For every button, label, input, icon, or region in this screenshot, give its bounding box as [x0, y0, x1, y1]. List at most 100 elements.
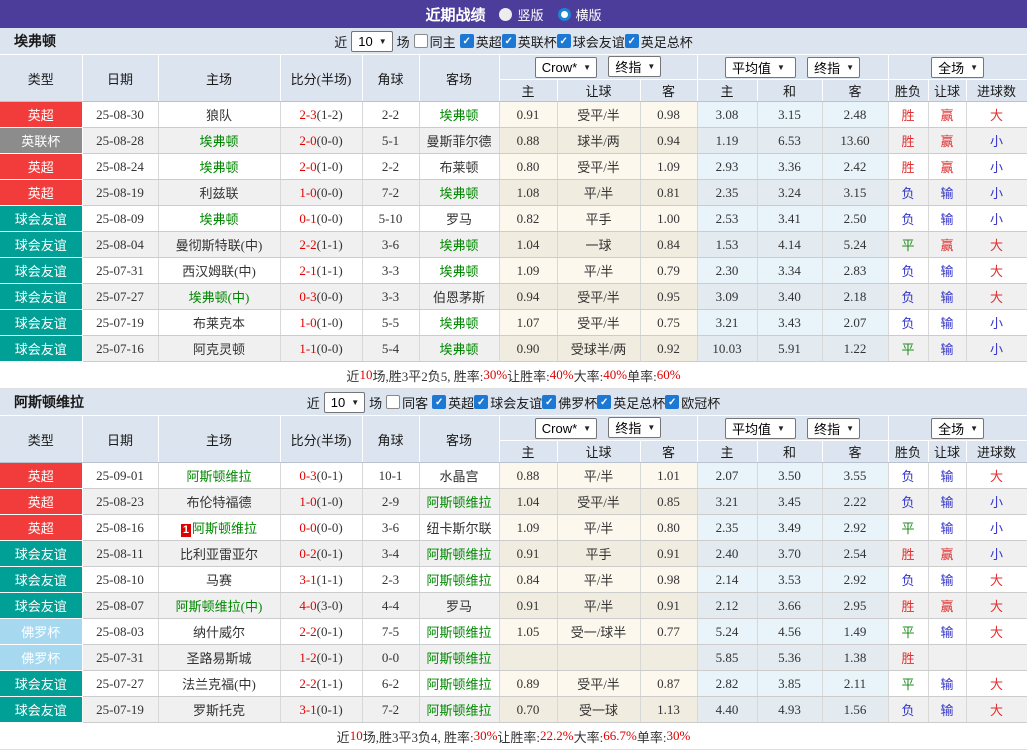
home-team: 阿斯顿维拉(中)	[158, 592, 281, 619]
league-label: 欧冠杯	[681, 395, 721, 411]
avg-draw-odds: 3.45	[757, 488, 823, 515]
avg-final-value: 终指	[814, 421, 841, 437]
odds-company-select[interactable]: Crow* ▼	[534, 418, 598, 439]
score-cell[interactable]: 3-1(0-1)	[280, 696, 363, 723]
league-label: 英超	[475, 34, 502, 50]
recent-count-select[interactable]: 10 ▼	[351, 30, 393, 52]
handicap-odds-group: Crow* ▼ 终指 ▼	[499, 55, 698, 80]
corner-score: 2-9	[362, 488, 420, 515]
handicap-home-odds: 0.80	[499, 153, 558, 180]
score-cell[interactable]: 2-0(1-0)	[280, 153, 363, 180]
result-win-draw-lose: 胜	[888, 101, 929, 128]
result-goals: 小	[966, 179, 1027, 206]
red-card-badge: 1	[180, 524, 192, 537]
avg-draw-odds: 5.36	[757, 644, 823, 671]
handicap-final-select[interactable]: 终指 ▼	[608, 56, 662, 77]
same-venue-filter[interactable]: 同主	[413, 32, 456, 51]
avg-odds-select[interactable]: 平均值 ▼	[724, 56, 796, 78]
league-filter[interactable]: ✓ 佛罗杯	[542, 393, 597, 412]
match-type-badge: 球会友谊	[0, 696, 83, 723]
avg-away-odds: 5.24	[822, 231, 889, 258]
checked-checkbox-icon: ✓	[501, 34, 516, 48]
avg-draw-odds: 5.91	[757, 335, 823, 362]
score-cell[interactable]: 0-1(0-0)	[280, 205, 363, 232]
result-goals: 大	[966, 257, 1027, 284]
result-handicap: 赢	[928, 153, 967, 180]
score-cell[interactable]: 2-3(1-2)	[280, 101, 363, 128]
handicap-line: 受平/半	[557, 309, 641, 336]
score-cell[interactable]: 1-0(0-0)	[280, 179, 363, 206]
score-cell[interactable]: 2-0(0-0)	[280, 127, 363, 154]
match-row: 球会友谊 25-08-07 阿斯顿维拉(中) 4-0(3-0) 4-4 罗马 0…	[0, 592, 1027, 619]
league-label: 英足总杯	[640, 34, 693, 50]
scope-select[interactable]: 全场 ▼	[931, 56, 985, 78]
result-win-draw-lose: 平	[888, 335, 929, 362]
league-filter[interactable]: ✓ 英超	[459, 32, 502, 51]
result-handicap: 输	[928, 514, 967, 541]
handicap-line: 平/半	[557, 566, 641, 593]
score-cell[interactable]: 4-0(3-0)	[280, 592, 363, 619]
score-cell[interactable]: 0-3(0-1)	[280, 462, 363, 489]
same-venue-filter[interactable]: 同客	[386, 393, 428, 412]
match-row: 英超 25-08-16 1 阿斯顿维拉 0-0(0-0) 3-6 纽卡斯尔联 1.…	[0, 514, 1027, 541]
radio-selected-icon	[557, 7, 571, 21]
match-row: 球会友谊 25-07-31 西汉姆联(中) 2-1(1-1) 3-3 埃弗顿 1…	[0, 257, 1027, 284]
league-filter[interactable]: ✓ 欧冠杯	[665, 393, 720, 412]
score-cell[interactable]: 0-0(0-0)	[280, 514, 363, 541]
score-cell[interactable]: 1-2(0-1)	[280, 644, 363, 671]
league-filter[interactable]: ✓ 球会友谊	[556, 32, 625, 51]
checked-checkbox-icon: ✓	[542, 395, 557, 409]
result-win-draw-lose: 负	[888, 257, 929, 284]
league-filter[interactable]: ✓ 英联杯	[501, 32, 557, 51]
avg-final-select[interactable]: 终指 ▼	[807, 417, 861, 439]
result-handicap: 输	[928, 205, 967, 232]
league-filter[interactable]: ✓ 英足总杯	[597, 393, 665, 412]
score-cell[interactable]: 2-1(1-1)	[280, 257, 363, 284]
score-cell[interactable]: 1-0(1-0)	[280, 309, 363, 336]
full-time-score: 0-1	[299, 210, 317, 226]
corner-score: 6-2	[362, 670, 420, 697]
handicap-home-odds: 0.94	[499, 283, 558, 310]
league-filter[interactable]: ✓ 球会友谊	[474, 393, 542, 412]
score-cell[interactable]: 0-3(0-0)	[280, 283, 363, 310]
league-filter[interactable]: ✓ 英超	[432, 393, 474, 412]
team-name: 埃弗顿	[14, 35, 56, 50]
handicap-final-select[interactable]: 终指 ▼	[608, 417, 662, 438]
handicap-home-odds: 0.91	[499, 540, 558, 567]
corner-score: 7-5	[362, 618, 420, 645]
match-type-badge: 球会友谊	[0, 670, 83, 697]
odds-company-select[interactable]: Crow* ▼	[534, 57, 598, 78]
handicap-home-odds: 1.09	[499, 257, 558, 284]
result-win-draw-lose: 胜	[888, 540, 929, 567]
checked-checkbox-icon: ✓	[474, 395, 489, 409]
score-cell[interactable]: 2-2(1-1)	[280, 670, 363, 697]
result-handicap: 输	[928, 462, 967, 489]
result-goals: 大	[966, 231, 1027, 258]
match-row: 球会友谊 25-07-27 法兰克福(中) 2-2(1-1) 6-2 阿斯顿维拉…	[0, 670, 1027, 697]
recent-count-select[interactable]: 10 ▼	[323, 391, 366, 413]
match-date: 25-08-07	[82, 592, 159, 619]
score-cell[interactable]: 2-2(0-1)	[280, 618, 363, 645]
scope-select[interactable]: 全场 ▼	[931, 417, 985, 439]
match-type-badge: 球会友谊	[0, 592, 83, 619]
recent-label: 近	[334, 34, 348, 50]
layout-option-horizontal[interactable]: 横版	[557, 5, 602, 24]
result-handicap: 输	[928, 179, 967, 206]
score-cell[interactable]: 2-2(1-1)	[280, 231, 363, 258]
score-cell[interactable]: 1-1(0-0)	[280, 335, 363, 362]
score-cell[interactable]: 3-1(1-1)	[280, 566, 363, 593]
match-row: 球会友谊 25-08-09 埃弗顿 0-1(0-0) 5-10 罗马 0.82 …	[0, 205, 1027, 232]
layout-option-vertical[interactable]: 竖版	[499, 5, 544, 24]
full-time-score: 0-2	[299, 545, 317, 561]
league-filter[interactable]: ✓ 英足总杯	[624, 32, 693, 51]
score-cell[interactable]: 0-2(0-1)	[280, 540, 363, 567]
match-type-badge: 球会友谊	[0, 231, 83, 258]
league-label: 球会友谊	[572, 34, 625, 50]
avg-final-select[interactable]: 终指 ▼	[807, 56, 861, 78]
score-cell[interactable]: 1-0(1-0)	[280, 488, 363, 515]
avg-odds-select[interactable]: 平均值 ▼	[724, 417, 796, 439]
handicap-line: 平/半	[557, 462, 641, 489]
col-type: 类型	[0, 55, 83, 102]
full-time-score: 1-1	[299, 340, 317, 356]
col-score: 比分(半场)	[280, 416, 363, 463]
